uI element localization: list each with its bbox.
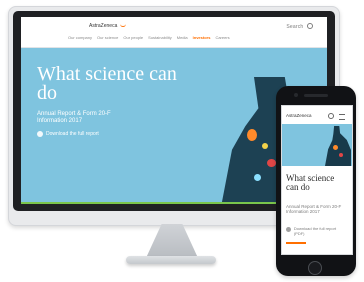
hero-title: What science can do [37,63,177,104]
download-link[interactable]: Download the full report [37,131,177,137]
site-logo[interactable]: AstraZeneca [89,23,126,29]
mobile-phone: AstraZeneca What science can do Annual R… [276,86,356,276]
hero-text: What science can do Annual Report & Form… [37,63,177,137]
mobile-accent-bar [286,242,306,244]
monitor-stand [146,224,198,258]
nav-investors[interactable]: Investors [192,35,212,40]
logo-swoosh-icon [119,23,126,27]
main-menu: Our company Our science Our people Susta… [67,35,231,40]
search-icon [307,23,313,29]
mobile-download-icon [286,227,291,232]
mobile-logo[interactable]: AstraZeneca [286,113,312,118]
nav-our-science[interactable]: Our science [96,35,119,40]
nav-media[interactable]: Media [176,35,189,40]
logo-text: AstraZeneca [89,23,118,29]
phone-home-button[interactable] [308,261,322,275]
mobile-hero-subtitle: Annual Report & Form 20-F Information 20… [286,204,342,214]
mobile-search-icon[interactable] [328,113,334,119]
mobile-organ-marker [339,153,343,157]
organ-marker [247,129,257,141]
download-icon [37,131,43,137]
nav-sustainability[interactable]: Sustainability [147,35,173,40]
organ-marker [254,174,261,181]
phone-camera [294,93,298,97]
download-label: Download the full report [46,131,99,137]
nav-our-people[interactable]: Our people [122,35,144,40]
mobile-hero-title: What science can do [286,173,335,192]
hero-subtitle: Annual Report & Form 20-F Information 20… [37,111,111,124]
nav-our-company[interactable]: Our company [67,35,93,40]
organ-marker [262,143,268,149]
mobile-organ-marker [333,145,338,150]
mobile-screen: AstraZeneca What science can do Annual R… [281,105,353,255]
search-label: Search [286,24,304,30]
search-link[interactable]: Search [286,22,313,30]
nav-careers[interactable]: Careers [214,35,230,40]
monitor-base [126,256,216,264]
organ-marker [267,159,276,167]
mobile-download-link[interactable]: Download the full report (PDF) [286,226,346,236]
top-navigation: AstraZeneca Search Our company Our scien… [21,17,327,48]
mobile-download-label: Download the full report (PDF) [293,226,337,236]
phone-speaker [304,94,328,97]
mobile-menu-icon[interactable] [339,114,345,120]
